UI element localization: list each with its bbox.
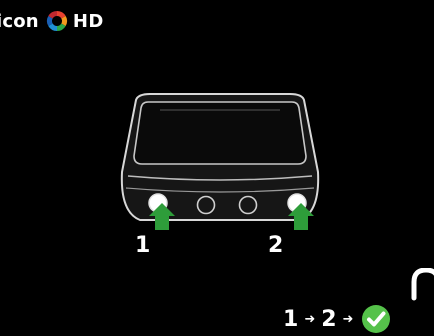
sequence-arrow-1: ➜ [304, 311, 316, 327]
unlock-instruction-screen: icon HD 1 2 1 ➜ 2 ➜ [0, 0, 434, 336]
brand-header: icon HD [0, 9, 104, 33]
unlock-sequence: 1 ➜ 2 ➜ [283, 304, 391, 334]
brand-word: icon [0, 10, 39, 32]
sequence-step-2: 2 [321, 306, 337, 332]
button-2-number: 2 [268, 233, 284, 258]
device-screen [133, 101, 307, 165]
button-1-number: 1 [135, 233, 151, 258]
sequence-step-1: 1 [283, 306, 299, 332]
device-illustration [120, 93, 320, 230]
icon-logo [46, 10, 67, 32]
check-circle-icon [362, 305, 391, 333]
brand-suffix: HD [72, 10, 104, 32]
unlock-icon [411, 268, 434, 301]
sequence-arrow-2: ➜ [342, 311, 354, 327]
